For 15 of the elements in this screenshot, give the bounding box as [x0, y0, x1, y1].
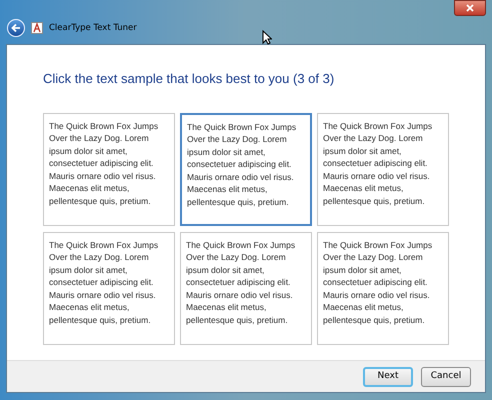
cancel-button[interactable]: Cancel	[421, 366, 471, 386]
close-button[interactable]	[454, 0, 486, 16]
instruction-heading: Click the text sample that looks best to you (3 of 3)	[43, 70, 336, 88]
app-icon	[31, 22, 43, 34]
window-title: ClearType Text Tuner	[49, 22, 137, 34]
text-sample[interactable]: The Quick Brown Fox Jumps Over the Lazy Dog. Lorem ipsum dolor sit amet, consectetuer adipiscing elit. Mauris ornare odio vel risus. Maecenas elit metus, pellentesque quis, pretium.	[43, 112, 175, 226]
close-icon	[466, 4, 474, 12]
text-sample[interactable]: The Quick Brown Fox Jumps Over the Lazy Dog. Lorem ipsum dolor sit amet, consectetuer adipiscing elit. Mauris ornare odio vel risus. Maecenas elit metus, pellentesque quis, pretium.	[317, 232, 449, 344]
text-sample[interactable]: The Quick Brown Fox Jumps Over the Lazy Dog. Lorem ipsum dolor sit amet, consectetuer adipiscing elit. Mauris ornare odio vel risus. Maecenas elit metus, pellentesque quis, pretium.	[180, 232, 312, 344]
back-button[interactable]	[7, 19, 25, 37]
text-sample[interactable]: The Quick Brown Fox Jumps Over the Lazy Dog. Lorem ipsum dolor sit amet, consectetuer adipiscing elit. Mauris ornare odio vel risus. Maecenas elit metus, pellentesque quis, pretium.	[43, 232, 175, 344]
next-button[interactable]: Next	[363, 366, 413, 386]
text-sample[interactable]: The Quick Brown Fox Jumps Over the Lazy Dog. Lorem ipsum dolor sit amet, consectetuer adipiscing elit. Mauris ornare odio vel risus. Maecenas elit metus, pellentesque quis, pretium.	[180, 112, 312, 226]
text-sample[interactable]: The Quick Brown Fox Jumps Over the Lazy Dog. Lorem ipsum dolor sit amet, consectetuer adipiscing elit. Mauris ornare odio vel risus. Maecenas elit metus, pellentesque quis, pretium.	[317, 112, 449, 226]
back-arrow-icon	[11, 23, 21, 33]
